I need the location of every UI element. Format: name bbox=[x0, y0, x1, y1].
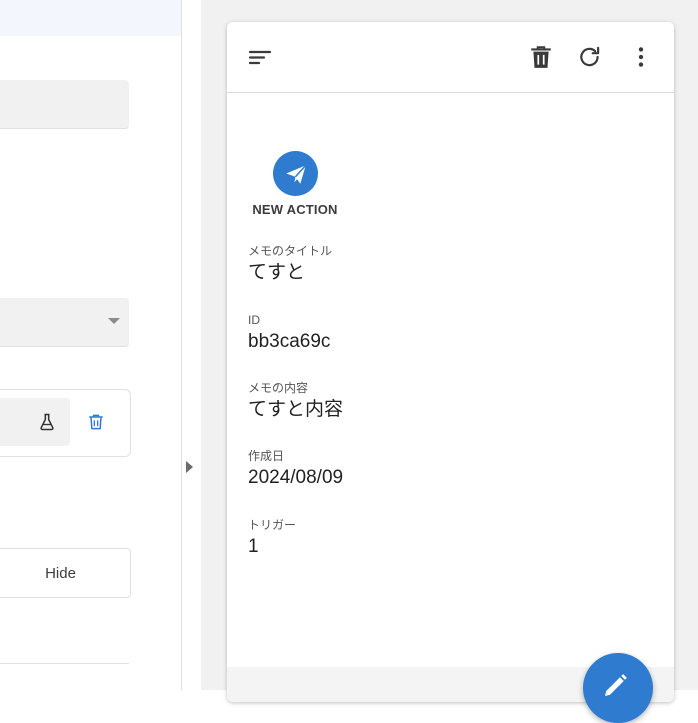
hide-button[interactable]: Hide bbox=[0, 548, 131, 598]
detail-label: ID bbox=[248, 313, 260, 327]
more-vert-icon[interactable] bbox=[628, 44, 654, 70]
test-button[interactable] bbox=[0, 398, 70, 446]
pane-separator[interactable] bbox=[181, 0, 182, 690]
editor-pane: Hide bbox=[0, 0, 181, 690]
detail-content: メモの内容 てすと内容 bbox=[248, 381, 343, 422]
refresh-icon[interactable] bbox=[577, 44, 603, 70]
app-bar bbox=[227, 22, 674, 93]
detail-value: 2024/08/09 bbox=[248, 467, 344, 488]
selected-row-highlight bbox=[0, 0, 181, 36]
detail-label: メモの内容 bbox=[248, 381, 309, 395]
send-icon bbox=[285, 164, 306, 184]
delete-icon[interactable] bbox=[528, 44, 554, 70]
edit-icon bbox=[605, 674, 627, 696]
new-action-button[interactable] bbox=[273, 151, 318, 196]
detail-id: ID bb3ca69c bbox=[248, 313, 330, 354]
app-preview: NEW ACTION メモのタイトル てすと ID bb3ca69c メモの内容… bbox=[227, 22, 674, 702]
detail-label: 作成日 bbox=[248, 449, 285, 463]
divider bbox=[0, 663, 129, 664]
detail-value: bb3ca69c bbox=[248, 331, 331, 352]
edit-fab[interactable] bbox=[583, 653, 653, 723]
detail-value: てすと内容 bbox=[248, 399, 344, 420]
detail-value: てすと bbox=[248, 262, 306, 283]
detail-title: メモのタイトル てすと bbox=[248, 244, 332, 285]
dropdown-arrow-icon[interactable] bbox=[108, 318, 120, 324]
action-config-card bbox=[0, 389, 131, 457]
detail-created-date: 作成日 2024/08/09 bbox=[248, 449, 343, 490]
detail-value: 1 bbox=[248, 536, 259, 557]
flask-icon[interactable] bbox=[37, 412, 57, 432]
collapse-arrow-icon[interactable] bbox=[186, 461, 193, 473]
new-action-label: NEW ACTION bbox=[252, 202, 338, 217]
detail-label: トリガー bbox=[248, 518, 297, 532]
detail-trigger: トリガー 1 bbox=[248, 518, 296, 559]
delete-icon[interactable] bbox=[86, 412, 106, 432]
select-field[interactable] bbox=[0, 298, 129, 347]
menu-icon[interactable] bbox=[248, 46, 272, 70]
text-field[interactable] bbox=[0, 80, 129, 129]
detail-label: メモのタイトル bbox=[248, 244, 333, 258]
